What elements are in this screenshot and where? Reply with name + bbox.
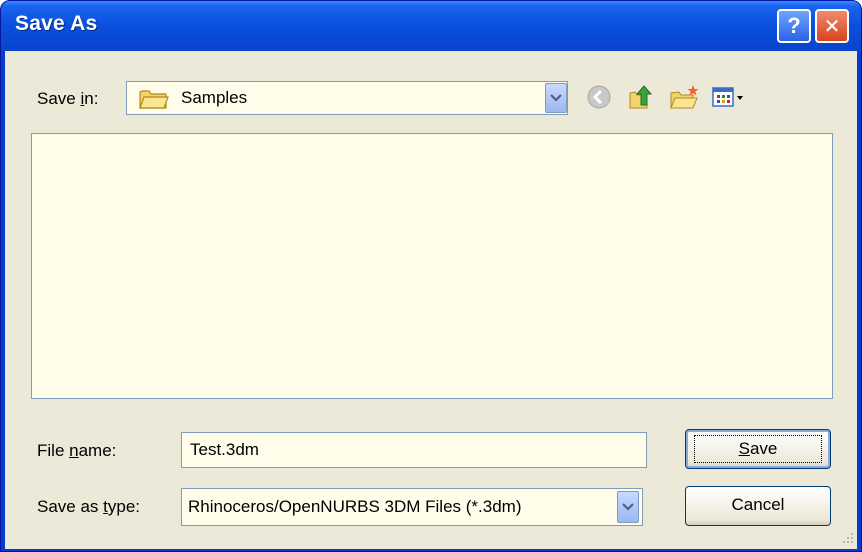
help-button[interactable]: ? bbox=[777, 9, 811, 43]
save-button[interactable]: Save bbox=[685, 429, 831, 469]
resize-grip-icon[interactable] bbox=[837, 529, 855, 547]
file-name-input[interactable]: Test.3dm bbox=[181, 432, 647, 468]
chevron-down-icon bbox=[550, 94, 562, 102]
save-in-value: Samples bbox=[181, 88, 248, 107]
save-as-dialog: Save As ? ✕ Save in: Samples File name: … bbox=[0, 0, 862, 552]
views-menu-icon[interactable] bbox=[711, 83, 747, 111]
close-button[interactable]: ✕ bbox=[815, 9, 849, 43]
window-title: Save As bbox=[15, 12, 98, 35]
save-in-label: Save in: bbox=[37, 89, 99, 108]
save-as-type-value: Rhinoceros/OpenNURBS 3DM Files (*.3dm) bbox=[188, 497, 522, 516]
save-as-type-label: Save as type: bbox=[37, 497, 141, 516]
save-in-dropdown[interactable]: Samples bbox=[126, 81, 568, 115]
help-icon: ? bbox=[787, 13, 801, 38]
title-bar[interactable]: Save As ? ✕ bbox=[1, 1, 861, 51]
file-list-pane[interactable] bbox=[31, 133, 833, 399]
chevron-down-icon bbox=[622, 503, 634, 511]
save-in-dropdown-button[interactable] bbox=[545, 83, 567, 113]
save-button-label: Save bbox=[694, 435, 822, 463]
new-folder-icon[interactable] bbox=[669, 83, 699, 111]
file-name-label: File name: bbox=[37, 441, 117, 460]
save-as-type-dropdown-button[interactable] bbox=[617, 491, 639, 523]
save-as-type-dropdown[interactable]: Rhinoceros/OpenNURBS 3DM Files (*.3dm) bbox=[181, 488, 643, 526]
back-icon[interactable] bbox=[585, 83, 613, 111]
cancel-button[interactable]: Cancel bbox=[685, 486, 831, 526]
close-icon: ✕ bbox=[823, 14, 841, 38]
dialog-body: Save in: Samples File name: Test.3dm Sav… bbox=[5, 51, 857, 549]
folder-icon bbox=[139, 88, 169, 115]
up-folder-icon[interactable] bbox=[627, 83, 655, 111]
